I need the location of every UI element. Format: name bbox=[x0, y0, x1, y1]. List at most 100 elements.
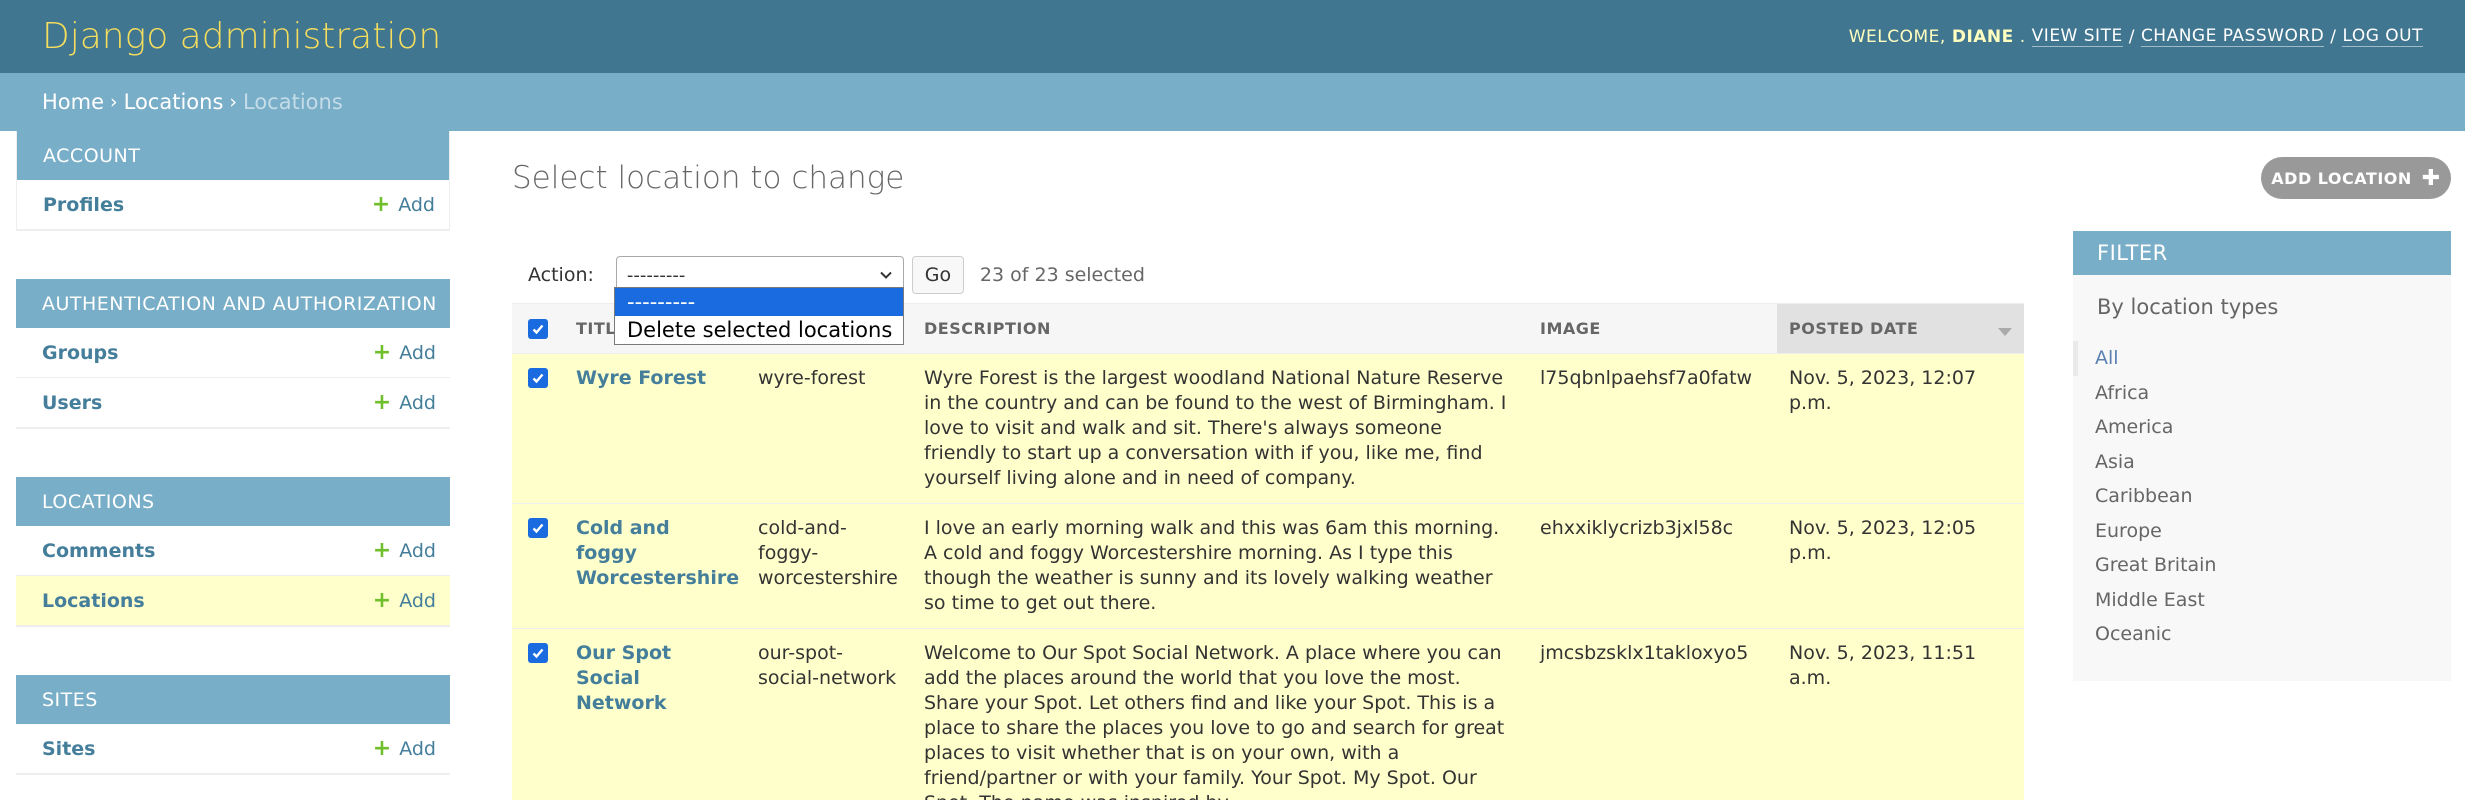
table-row: Our Spot Social Network our-spot-social-… bbox=[512, 628, 2024, 800]
row-posted-date: Nov. 5, 2023, 11:51 a.m. bbox=[1777, 628, 2024, 800]
sidebar-item-profiles: Profiles + Add bbox=[17, 180, 449, 230]
row-title-cell: Wyre Forest bbox=[564, 353, 746, 504]
add-label: Add bbox=[399, 737, 436, 760]
module-caption[interactable]: LOCATIONS bbox=[16, 477, 450, 526]
filter-item-africa[interactable]: Africa bbox=[2073, 376, 2451, 411]
change-password-link[interactable]: CHANGE PASSWORD bbox=[2140, 26, 2325, 47]
chevron-down-icon bbox=[880, 271, 892, 279]
plus-icon: + bbox=[372, 339, 392, 365]
filter-title: FILTER bbox=[2073, 231, 2451, 275]
action-select-value: --------- bbox=[626, 264, 686, 286]
add-group-button[interactable]: + Add bbox=[372, 339, 436, 365]
row-title-cell: Cold and foggy Worcestershire bbox=[564, 503, 746, 629]
row-checkbox[interactable] bbox=[528, 518, 548, 538]
model-link-groups[interactable]: Groups bbox=[42, 342, 118, 364]
action-option-delete[interactable]: Delete selected locations bbox=[615, 316, 903, 344]
filter-item-oceanic[interactable]: Oceanic bbox=[2073, 617, 2451, 652]
model-link-profiles[interactable]: Profiles bbox=[43, 194, 124, 216]
add-label: Add bbox=[399, 539, 436, 562]
breadcrumb-home[interactable]: Home bbox=[42, 90, 104, 114]
row-checkbox-cell bbox=[512, 628, 564, 800]
select-all-cell bbox=[512, 303, 564, 354]
row-posted-date: Nov. 5, 2023, 12:05 p.m. bbox=[1777, 503, 2024, 629]
filter-item-europe[interactable]: Europe bbox=[2073, 514, 2451, 549]
model-link-comments[interactable]: Comments bbox=[42, 540, 155, 562]
breadcrumb-current: Locations bbox=[243, 90, 343, 114]
filter-subtitle: By location types bbox=[2097, 295, 2279, 319]
add-location-button[interactable]: ADD LOCATION ✚ bbox=[2261, 157, 2451, 199]
row-checkbox[interactable] bbox=[528, 643, 548, 663]
check-icon bbox=[532, 648, 544, 659]
model-link-users[interactable]: Users bbox=[42, 392, 102, 414]
username: DIANE bbox=[1951, 26, 2014, 47]
filter-item-all[interactable]: All bbox=[2073, 341, 2451, 376]
column-header-description[interactable]: DESCRIPTION bbox=[912, 303, 1528, 354]
log-out-link[interactable]: LOG OUT bbox=[2342, 26, 2423, 47]
filter-item-asia[interactable]: Asia bbox=[2073, 445, 2451, 480]
module-caption[interactable]: SITES bbox=[16, 675, 450, 724]
model-link-sites[interactable]: Sites bbox=[42, 738, 95, 760]
model-link-locations[interactable]: Locations bbox=[42, 590, 145, 612]
nav-sidebar: ACCOUNT Profiles + Add AUTHENTICATION AND… bbox=[16, 131, 450, 800]
add-profile-button[interactable]: + Add bbox=[371, 191, 435, 217]
add-location-link[interactable]: + Add bbox=[372, 587, 436, 613]
plus-icon: + bbox=[371, 191, 391, 217]
plus-icon: + bbox=[372, 587, 392, 613]
row-description: Wyre Forest is the largest woodland Nati… bbox=[912, 353, 1528, 504]
action-label: Action: bbox=[528, 264, 594, 286]
row-image: l75qbnlpaehsf7a0fatw bbox=[1528, 353, 1777, 504]
plus-icon: + bbox=[372, 537, 392, 563]
row-title-link[interactable]: Our Spot Social Network bbox=[576, 642, 671, 714]
add-comment-button[interactable]: + Add bbox=[372, 537, 436, 563]
add-location-label: ADD LOCATION bbox=[2271, 168, 2412, 188]
row-title-link[interactable]: Cold and foggy Worcestershire bbox=[576, 517, 739, 589]
column-header-posted-date-label: POSTED DATE bbox=[1789, 319, 1919, 338]
module-auth: AUTHENTICATION AND AUTHORIZATION Groups … bbox=[16, 279, 450, 429]
site-branding[interactable]: Django administration bbox=[42, 16, 441, 57]
add-user-button[interactable]: + Add bbox=[372, 389, 436, 415]
row-image: jmcsbzsklx1takloxyo5 bbox=[1528, 628, 1777, 800]
page-title: Select location to change bbox=[512, 160, 905, 196]
table-row: Wyre Forest wyre-forest Wyre Forest is t… bbox=[512, 353, 2024, 504]
plus-icon: ✚ bbox=[2421, 165, 2441, 191]
row-image: ehxxiklycrizb3jxl58c bbox=[1528, 503, 1777, 629]
plus-icon: + bbox=[372, 389, 392, 415]
row-title-link[interactable]: Wyre Forest bbox=[576, 367, 706, 389]
welcome-text: WELCOME, bbox=[1848, 26, 1946, 47]
select-all-checkbox[interactable] bbox=[528, 319, 548, 339]
sort-descending-icon[interactable] bbox=[1998, 328, 2012, 336]
row-checkbox-cell bbox=[512, 503, 564, 629]
view-site-link[interactable]: VIEW SITE bbox=[2031, 26, 2123, 47]
add-site-button[interactable]: + Add bbox=[372, 735, 436, 761]
breadcrumb: Home › Locations › Locations bbox=[0, 73, 2465, 131]
add-label: Add bbox=[399, 391, 436, 414]
changelist-filter: FILTER By location types All Africa Amer… bbox=[2073, 231, 2451, 681]
filter-item-caribbean[interactable]: Caribbean bbox=[2073, 479, 2451, 514]
module-caption[interactable]: ACCOUNT bbox=[17, 131, 449, 180]
module-caption[interactable]: AUTHENTICATION AND AUTHORIZATION bbox=[16, 279, 450, 328]
sidebar-item-locations: Locations + Add bbox=[16, 576, 450, 626]
result-list: TITLE SLUG DESCRIPTION IMAGE POSTED DATE… bbox=[512, 303, 2024, 800]
filter-item-great-britain[interactable]: Great Britain bbox=[2073, 548, 2451, 583]
go-button[interactable]: Go bbox=[911, 256, 964, 294]
filter-item-middle-east[interactable]: Middle East bbox=[2073, 583, 2451, 618]
filter-item-america[interactable]: America bbox=[2073, 410, 2451, 445]
column-header-image[interactable]: IMAGE bbox=[1528, 303, 1777, 354]
plus-icon: + bbox=[372, 735, 392, 761]
check-icon bbox=[532, 324, 544, 335]
column-header-posted-date[interactable]: POSTED DATE bbox=[1777, 303, 2024, 354]
row-slug: cold-and-foggy-worcestershire bbox=[746, 503, 912, 629]
separator: / bbox=[2330, 26, 2337, 47]
action-option-blank[interactable]: --------- bbox=[615, 288, 903, 316]
row-checkbox-cell bbox=[512, 353, 564, 504]
module-locations: LOCATIONS Comments + Add Locations + Add bbox=[16, 477, 450, 627]
breadcrumb-app[interactable]: Locations bbox=[124, 90, 224, 114]
action-dropdown-list: --------- Delete selected locations bbox=[614, 287, 904, 345]
row-slug: our-spot-social-network bbox=[746, 628, 912, 800]
user-tools: WELCOME, DIANE. VIEW SITE / CHANGE PASSW… bbox=[1848, 26, 2423, 47]
sidebar-item-comments: Comments + Add bbox=[16, 526, 450, 576]
row-title-cell: Our Spot Social Network bbox=[564, 628, 746, 800]
check-icon bbox=[532, 523, 544, 534]
sidebar-item-sites: Sites + Add bbox=[16, 724, 450, 774]
row-checkbox[interactable] bbox=[528, 368, 548, 388]
